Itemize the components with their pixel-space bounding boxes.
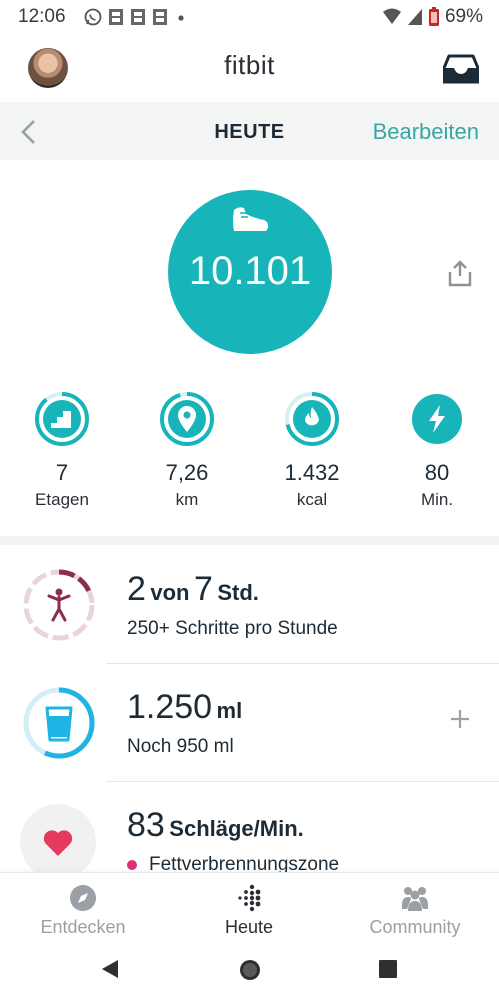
- status-time: 12:06: [18, 6, 66, 27]
- nav-item-community[interactable]: Community: [345, 883, 485, 938]
- stat-value: 80: [424, 460, 450, 485]
- stat-unit: Etagen: [35, 490, 89, 509]
- app-notification-icon: [153, 9, 167, 25]
- edit-button[interactable]: Bearbeiten: [373, 119, 479, 145]
- section-divider: [0, 536, 499, 545]
- whatsapp-icon: [84, 8, 102, 26]
- stat-value: 7,26: [165, 460, 209, 485]
- shoe-icon: [233, 207, 269, 231]
- battery-icon: [428, 7, 439, 26]
- water-glass-icon: [23, 687, 95, 759]
- stat-distance[interactable]: 7,26 km: [141, 390, 233, 510]
- hourly-subtitle: 250+ Schritte pro Stunde: [127, 618, 338, 639]
- flame-icon: [285, 392, 339, 446]
- hourly-value: 2: [127, 570, 146, 608]
- plus-icon: [451, 710, 469, 728]
- nav-label: Community: [369, 917, 461, 937]
- stat-unit: km: [175, 490, 199, 509]
- stat-calories[interactable]: 1.432 kcal: [266, 390, 358, 510]
- sub-header: HEUTE Bearbeiten: [0, 102, 499, 160]
- stairs-icon: [35, 392, 89, 446]
- stat-value: 1.432: [284, 460, 340, 485]
- water-remaining: Noch 950 ml: [127, 736, 234, 757]
- status-right: 69%: [382, 6, 483, 28]
- nav-item-today[interactable]: Heute: [179, 883, 319, 938]
- app-notification-icon: [109, 9, 123, 25]
- inbox-icon[interactable]: [443, 54, 479, 84]
- water-tile[interactable]: 1.250 ml Noch 950 ml: [0, 664, 499, 782]
- heart-icon: [20, 804, 96, 880]
- hourly-unit: Std.: [217, 580, 259, 605]
- dot-icon: [178, 15, 184, 21]
- signal-icon: [407, 9, 422, 25]
- share-icon[interactable]: [446, 258, 474, 288]
- wifi-icon: [382, 8, 401, 24]
- hourly-of-label: von: [150, 580, 190, 605]
- stat-unit: kcal: [296, 490, 328, 509]
- steps-value: 10.101: [188, 249, 312, 293]
- hourly-activity-icon: [23, 569, 95, 641]
- app-notification-icon: [131, 9, 145, 25]
- zone-dot-icon: [127, 859, 137, 870]
- hourly-activity-tile[interactable]: 2 von 7 Std. 250+ Schritte pro Stunde: [0, 546, 499, 664]
- system-recents-icon[interactable]: [378, 959, 398, 979]
- status-bar: 12:06 69%: [0, 0, 499, 36]
- steps-circle[interactable]: 10.101: [168, 190, 332, 354]
- heart-rate-unit: Schläge/Min.: [169, 816, 304, 841]
- stat-value: 7: [55, 460, 69, 485]
- bottom-nav: Entdecken Heute Community: [0, 872, 499, 941]
- lightning-icon: [412, 394, 462, 444]
- nav-label: Entdecken: [40, 917, 126, 937]
- nav-label: Heute: [224, 917, 274, 937]
- stat-floors[interactable]: 7 Etagen: [16, 390, 108, 510]
- system-home-icon[interactable]: [238, 958, 262, 982]
- app-bar: fitbit: [0, 36, 499, 102]
- compass-icon: [70, 885, 96, 911]
- water-summary: 1.250 ml: [127, 688, 242, 727]
- system-back-icon[interactable]: [99, 958, 121, 980]
- hourly-activity-summary: 2 von 7 Std.: [127, 570, 259, 609]
- stat-active-minutes[interactable]: 80 Min.: [391, 390, 483, 510]
- nav-item-discover[interactable]: Entdecken: [13, 883, 153, 938]
- water-unit: ml: [216, 698, 243, 723]
- location-pin-icon: [160, 392, 214, 446]
- app-title: fitbit: [224, 50, 275, 80]
- battery-percent: 69%: [444, 6, 483, 27]
- water-value: 1.250: [127, 688, 213, 726]
- heart-rate-value: 83: [127, 806, 165, 844]
- fitbit-logo-icon: [238, 884, 261, 912]
- add-water-button[interactable]: [449, 704, 471, 738]
- notification-icons: [84, 8, 188, 26]
- stat-unit: Min.: [420, 490, 454, 509]
- system-nav: [0, 940, 499, 999]
- community-icon: [402, 887, 428, 911]
- hourly-goal: 7: [193, 570, 213, 608]
- heart-rate-summary: 83 Schläge/Min.: [127, 806, 304, 845]
